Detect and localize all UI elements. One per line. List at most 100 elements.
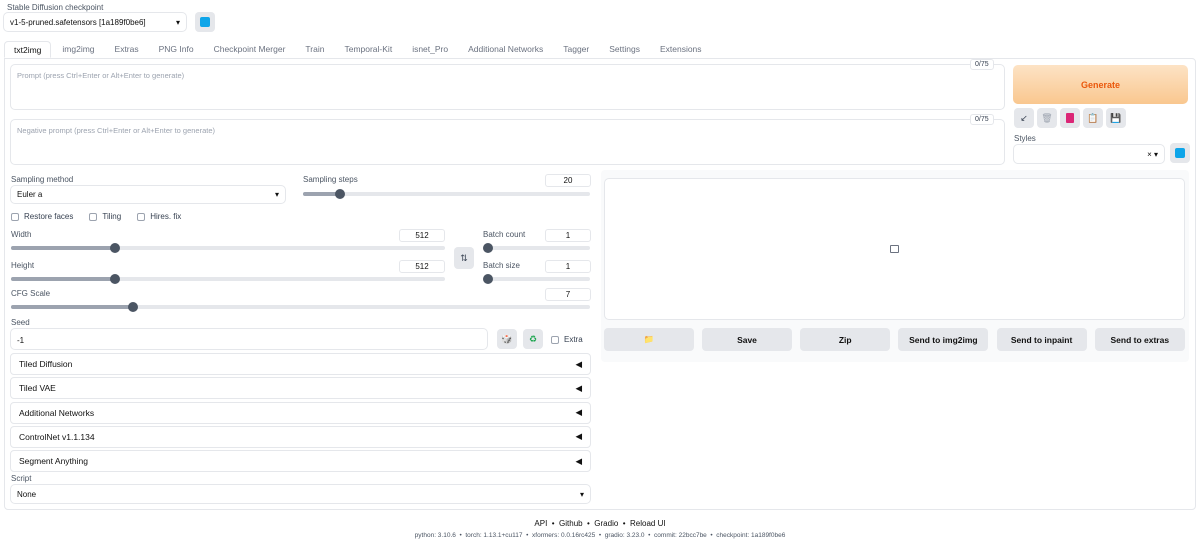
refresh-styles-button[interactable] [1170,143,1190,163]
tab-txt2img[interactable]: txt2img [4,41,52,58]
send-to-extras-button[interactable]: Send to extras [1094,328,1185,351]
separator: • [706,532,717,539]
width-input[interactable]: 512 [399,229,445,242]
swap-dimensions-button[interactable]: ⇅ [454,247,474,269]
checkpoint-label: Stable Diffusion checkpoint [7,3,104,12]
footer-info-item: gradio: 3.23.0 [604,532,645,539]
height-input[interactable]: 512 [399,260,445,273]
restore-faces-checkbox[interactable]: Restore faces [11,212,73,221]
clear-icon[interactable]: × [1147,150,1152,159]
width-label: Width [11,230,32,239]
accordion-tiled-vae[interactable]: Tiled VAE ◀ [10,377,591,400]
tab-additional-networks[interactable]: Additional Networks [459,41,552,58]
tab-tagger[interactable]: Tagger [554,41,598,58]
save-style-button[interactable]: 💾 [1106,108,1126,128]
tiling-checkbox[interactable]: Tiling [89,212,121,221]
tab-extras[interactable]: Extras [106,41,148,58]
folder-icon: 📁 [643,334,655,344]
separator: • [644,532,655,539]
send-to-inpaint-button[interactable]: Send to inpaint [996,328,1087,351]
slider-thumb[interactable] [483,243,493,253]
prompt-token-count: 0/75 [970,59,994,70]
checkpoint-value: v1-5-pruned.safetensors [1a189f0be6] [10,17,146,27]
collapse-arrow-icon: ◀ [575,455,582,466]
seed-input[interactable]: -1 [10,328,488,350]
batch-count-input[interactable]: 1 [545,229,591,242]
sampling-steps-slider[interactable] [303,189,590,199]
random-seed-button[interactable]: 🎲 [497,329,517,349]
accordion-tiled-diffusion[interactable]: Tiled Diffusion ◀ [10,353,591,375]
batch-size-slider[interactable] [483,274,590,284]
batch-size-label: Batch size [483,261,520,270]
styles-select[interactable]: × ▾ [1013,144,1165,164]
read-params-button[interactable]: ↙ [1014,108,1034,128]
collapse-arrow-icon: ◀ [575,431,582,442]
hires-fix-checkbox[interactable]: Hires. fix [137,212,181,221]
open-folder-button[interactable]: 📁 [604,328,694,351]
slider-fill [11,277,116,281]
collapse-arrow-icon: ◀ [575,382,582,393]
refresh-checkpoint-button[interactable] [195,12,215,32]
width-slider[interactable] [11,243,445,253]
footer-info-item: checkpoint: 1a189f0be6 [716,532,786,539]
slider-thumb[interactable] [483,274,493,284]
footer-link[interactable]: Gradio [594,519,618,528]
chevron-down-icon: ▾ [1153,149,1158,159]
slider-thumb[interactable] [127,302,138,312]
footer-info-item: torch: 1.13.1+cu117 [465,532,523,539]
footer-link[interactable]: Reload UI [630,519,666,528]
tab-img2img[interactable]: img2img [53,41,103,58]
tab-train[interactable]: Train [296,41,333,58]
generate-button[interactable]: Generate [1013,65,1188,104]
tab-isnet-pro[interactable]: isnet_Pro [403,41,457,58]
swap-icon: ⇅ [460,252,468,263]
chevron-down-icon: ▾ [274,190,279,199]
sampling-method-label: Sampling method [11,175,74,184]
footer-link[interactable]: Github [559,519,583,528]
footer-link[interactable]: API [534,519,547,528]
clipboard-icon: 📋 [1087,112,1099,123]
recycle-icon: ♻ [528,333,538,344]
apply-styles-button[interactable]: 📋 [1083,108,1103,128]
floppy-icon: 💾 [1110,112,1122,123]
batch-count-label: Batch count [483,230,526,239]
clear-prompt-button[interactable]: 🗑 [1037,108,1057,128]
picture-card-icon [1066,113,1074,123]
tab-png-info[interactable]: PNG Info [150,41,203,58]
accordion-title: Tiled VAE [19,383,56,394]
seed-label: Seed [11,318,30,327]
accordion-segment-anything[interactable]: Segment Anything ◀ [10,450,591,473]
refresh-icon [200,17,210,27]
zip-button[interactable]: Zip [800,328,891,351]
script-select[interactable]: None ▾ [10,484,591,504]
chevron-down-icon: ▾ [175,17,180,27]
extra-seed-checkbox[interactable]: Extra [551,335,583,344]
sampling-method-select[interactable]: Euler a ▾ [10,185,286,204]
tab-settings[interactable]: Settings [600,41,649,58]
extra-networks-button[interactable] [1060,108,1080,128]
chevron-down-icon: ▾ [579,489,584,499]
checkpoint-select[interactable]: v1-5-pruned.safetensors [1a189f0be6] ▾ [3,12,187,32]
cfg-slider[interactable] [11,302,590,312]
accordion-controlnet-v1-1-134[interactable]: ControlNet v1.1.134 ◀ [10,425,591,448]
batch-size-input[interactable]: 1 [545,260,591,273]
batch-count-slider[interactable] [483,243,590,253]
dice-icon: 🎲 [501,333,513,344]
script-label: Script [11,474,32,483]
tab-checkpoint-merger[interactable]: Checkpoint Merger [205,41,295,58]
tab-temporal-kit[interactable]: Temporal-Kit [335,41,401,58]
reuse-seed-button[interactable]: ♻ [523,329,543,349]
styles-label: Styles [1014,134,1036,143]
refresh-icon [1175,148,1185,158]
accordion-additional-networks[interactable]: Additional Networks ◀ [10,401,591,424]
separator: • [618,519,631,528]
cfg-input[interactable]: 7 [545,288,591,301]
output-gallery [604,178,1185,320]
tab-extensions[interactable]: Extensions [651,41,711,58]
collapse-arrow-icon: ◀ [575,407,582,418]
send-to-img2img-button[interactable]: Send to img2img [898,328,989,351]
footer-info-item: xformers: 0.0.16rc425 [532,532,596,539]
sampling-steps-input[interactable]: 20 [545,174,591,187]
save-button[interactable]: Save [702,328,792,351]
height-slider[interactable] [11,274,445,284]
